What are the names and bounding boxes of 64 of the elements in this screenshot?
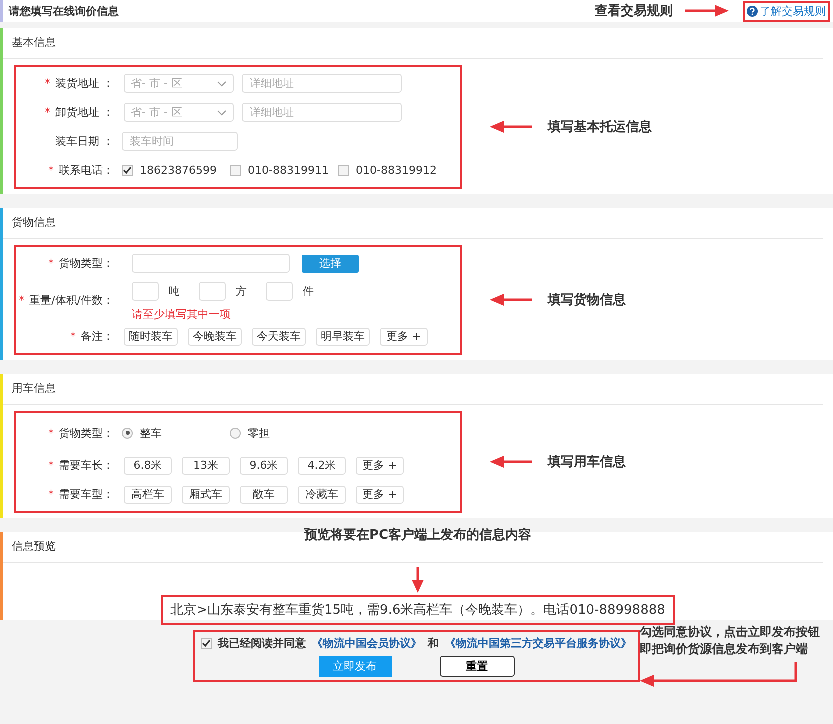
unit-label: 件	[303, 284, 315, 299]
required-mark: *	[48, 459, 54, 472]
radio-label: 整车	[140, 426, 162, 440]
agreement-text: 我已经阅读并同意	[218, 636, 306, 651]
unit-label: 方	[236, 284, 248, 299]
option-tag[interactable]: 13米	[182, 456, 230, 474]
field-label: 货物类型：	[59, 256, 114, 271]
field-label: 需要车长：	[59, 458, 114, 473]
page-title: 请您填写在线询价信息	[9, 4, 120, 18]
phone-number: 010-88319911	[248, 164, 329, 177]
annotation-text: 查看交易规则	[595, 2, 673, 20]
preview-text: 北京>山东泰安有整车重货15吨，需9.6米高栏车（今晚装车）。电话010-88998888	[160, 595, 676, 625]
address-field[interactable]: 详细地址	[242, 103, 402, 122]
option-tag[interactable]: 明早装车	[316, 328, 370, 346]
option-tag[interactable]: 厢式车	[182, 486, 230, 504]
agreement-link[interactable]: 《物流中国会员协议》	[312, 636, 422, 651]
option-tag[interactable]: 今晚装车	[188, 328, 242, 346]
option-tag[interactable]: 随时装车	[124, 328, 178, 346]
section-title: 用车信息	[3, 374, 823, 405]
field-label: 装货地址 ：	[56, 76, 114, 91]
field-label: 备注：	[81, 329, 114, 344]
required-mark: *	[45, 106, 50, 119]
annotation-text: 填写基本托运信息	[548, 119, 652, 136]
section-title: 基本信息	[3, 28, 823, 59]
phone-number: 18623876599	[140, 164, 217, 177]
unit-label: 吨	[169, 284, 181, 299]
annotation-text: 即把询价货源信息发布到客户端	[640, 641, 808, 658]
option-tag[interactable]: 今天装车	[252, 328, 306, 346]
option-tag[interactable]: 高栏车	[124, 486, 172, 504]
reset-button[interactable]: 重置	[440, 656, 514, 677]
agreement-link[interactable]: 《物流中国第三方交易平台服务协议》	[445, 636, 632, 651]
required-mark: *	[45, 77, 50, 90]
option-tag[interactable]: 更多 +	[380, 328, 428, 346]
option-tag[interactable]: 敞车	[240, 486, 288, 504]
required-mark: *	[70, 330, 76, 343]
option-tag[interactable]: 冷藏车	[298, 486, 346, 504]
required-mark: *	[48, 164, 54, 177]
rules-link[interactable]: 了解交易规则	[743, 0, 830, 22]
required-mark: *	[19, 294, 25, 306]
phone-number: 010-88319912	[356, 164, 437, 177]
required-mark: *	[48, 488, 54, 501]
annotation-text: 填写货物信息	[548, 292, 626, 309]
date-field[interactable]: 装车时间	[122, 132, 238, 151]
required-mark: *	[48, 257, 54, 270]
address-field[interactable]: 详细地址	[242, 74, 402, 93]
conjunction-text: 和	[428, 636, 439, 651]
annotation-text: 预览将要在PC客户端上发布的信息内容	[304, 526, 532, 544]
section-title: 货物信息	[3, 208, 823, 239]
annotation-text: 勾选同意协议，点击立即发布按钮	[640, 624, 820, 641]
option-tag[interactable]: 9.6米	[240, 456, 288, 474]
field-label: 联系电话：	[59, 163, 114, 178]
radio-label: 零担	[248, 426, 270, 440]
option-tag[interactable]: 4.2米	[298, 456, 346, 474]
field-label: 重量/体积/件数：	[30, 292, 114, 308]
annotation-text: 填写用车信息	[548, 454, 626, 471]
hint-text: 请至少填写其中一项	[132, 307, 232, 322]
option-tag[interactable]: 6.8米	[124, 456, 172, 474]
field-label: 装车日期 ：	[56, 134, 114, 149]
option-tag[interactable]: 更多 +	[356, 486, 404, 504]
required-mark: *	[48, 426, 54, 440]
field-label: 卸货地址 ：	[56, 105, 114, 120]
field-label: 货物类型：	[59, 426, 114, 440]
field-label: 需要车型：	[59, 487, 114, 502]
option-tag[interactable]: 更多 +	[356, 456, 404, 474]
